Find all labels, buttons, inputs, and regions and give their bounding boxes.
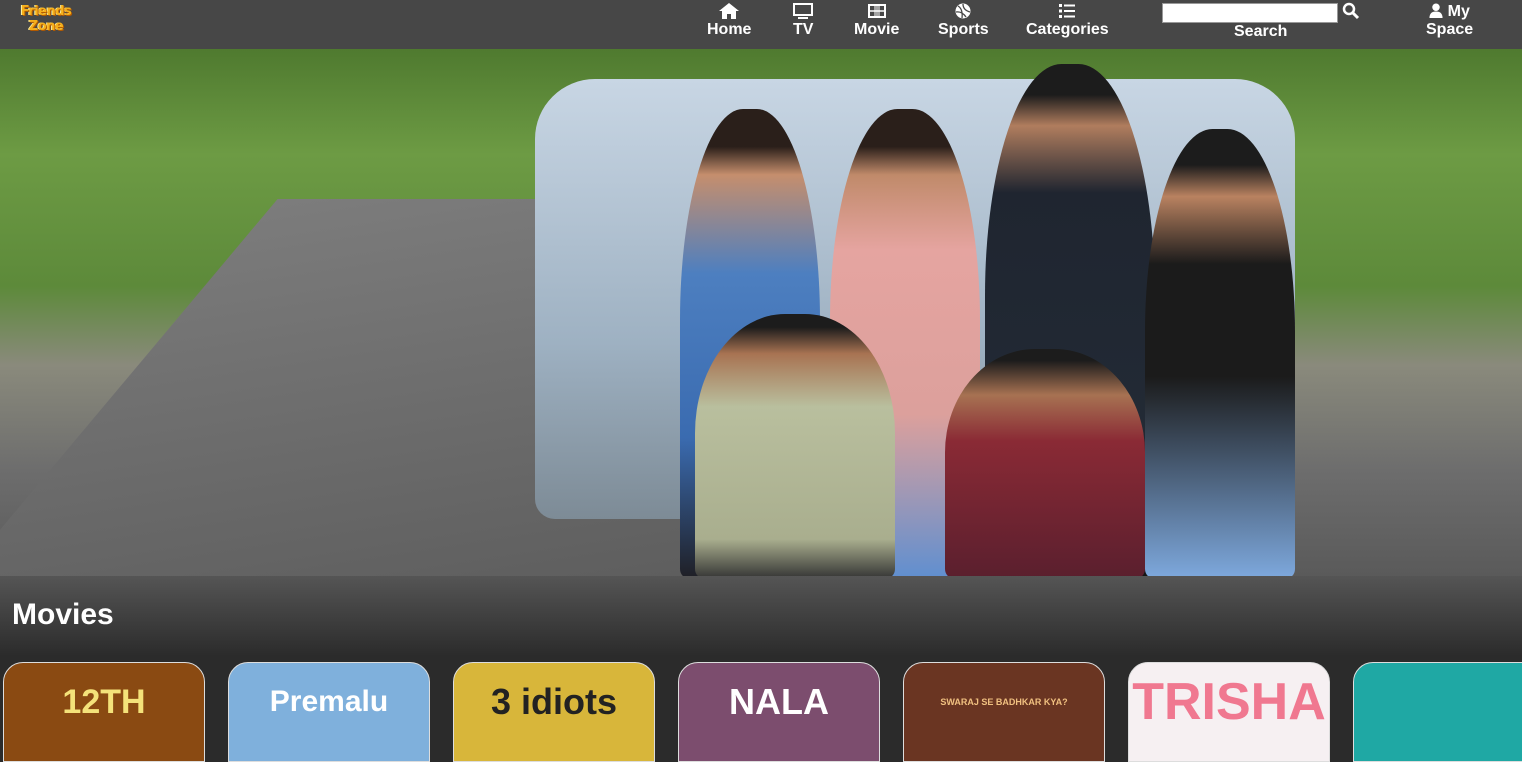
nav-tv[interactable]: TV — [793, 3, 813, 39]
ball-icon — [955, 3, 971, 19]
tv-icon — [793, 3, 814, 19]
nav-movie[interactable]: Movie — [854, 3, 899, 39]
hero-person — [1145, 129, 1295, 576]
nav-label: TV — [793, 21, 814, 38]
movie-title: 3 idiots — [490, 681, 618, 722]
logo[interactable]: Friends Zone — [15, 4, 77, 34]
nav-label: Home — [707, 21, 752, 38]
top-nav: Friends Zone Home TV Movie Sports Categor… — [0, 0, 1522, 49]
movie-poster[interactable]: SWARAJ SE BADHKAR KYA? — [903, 662, 1105, 762]
nav-label: Categories — [1026, 21, 1109, 38]
section-header-bg — [0, 576, 1522, 656]
search-input[interactable] — [1162, 3, 1338, 23]
movie-poster[interactable]: NALA — [678, 662, 880, 762]
movie-title: SWARAJ SE BADHKAR KYA? — [940, 697, 1068, 707]
hero-banner-image[interactable] — [0, 49, 1522, 576]
list-icon — [1059, 4, 1076, 18]
movie-title: 12TH — [62, 682, 146, 721]
user-icon — [1429, 3, 1443, 18]
movie-poster[interactable]: Premalu — [228, 662, 430, 762]
nav-sports[interactable]: Sports — [938, 3, 989, 39]
hero-person — [945, 349, 1145, 576]
nav-my-space[interactable]: My Space — [1426, 3, 1473, 39]
nav-home[interactable]: Home — [707, 3, 751, 39]
movie-poster[interactable]: TRISHA — [1128, 662, 1330, 762]
section-title: Movies — [12, 598, 114, 631]
nav-label: Movie — [854, 21, 900, 38]
search-button[interactable] — [1342, 2, 1360, 25]
nav-label: Sports — [938, 21, 989, 38]
film-icon — [867, 4, 886, 18]
logo-text: Zone — [28, 19, 64, 34]
nav-categories[interactable]: Categories — [1026, 3, 1109, 39]
home-icon — [719, 3, 740, 19]
movie-poster[interactable]: 3 idiots — [453, 662, 655, 762]
hero-person — [695, 314, 895, 576]
movie-title: TRISHA — [1132, 673, 1326, 731]
search-icon — [1342, 2, 1360, 20]
nav-label: My — [1447, 3, 1470, 20]
movie-title: Premalu — [269, 685, 389, 718]
logo-text: Friends — [20, 4, 72, 19]
nav-label: Space — [1426, 21, 1474, 38]
movie-title: NALA — [729, 681, 829, 722]
movie-poster[interactable] — [1353, 662, 1522, 762]
search-label: Search — [1234, 23, 1288, 40]
movie-poster[interactable]: 12TH — [3, 662, 205, 762]
